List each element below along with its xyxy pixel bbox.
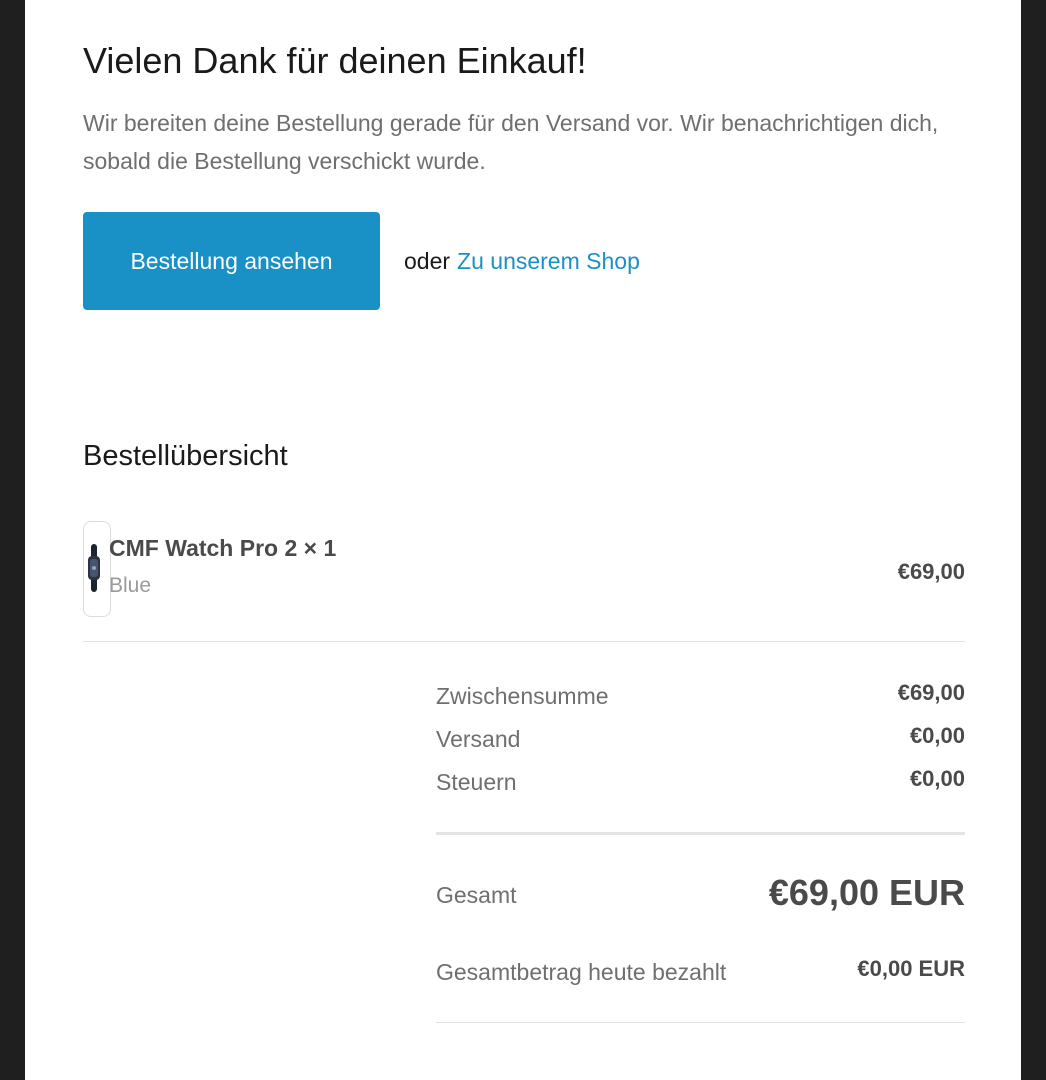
product-name: CMF Watch Pro 2 × 1 [109, 535, 337, 561]
page-title: Vielen Dank für deinen Einkauf! [83, 40, 587, 81]
paid-today-row: Gesamtbetrag heute bezahlt €0,00 EUR [436, 956, 965, 986]
page-subtitle: Wir bereiten deine Bestellung gerade für… [83, 110, 939, 174]
taxes-value: €0,00 [909, 766, 965, 791]
subtotal-label: Zwischensumme [436, 683, 609, 709]
taxes-label: Steuern [436, 769, 517, 795]
paid-today-value: €0,00 EUR [857, 956, 965, 981]
grand-total-row: Gesamt €69,00 EUR [436, 872, 965, 918]
grand-total-label: Gesamt [436, 882, 517, 908]
cta-row: Bestellung ansehen oder Zu unserem Shop [83, 212, 640, 310]
totals-divider [436, 832, 965, 835]
product-price: €69,00 [897, 559, 965, 584]
grand-total-value: €69,00 EUR [768, 872, 965, 913]
line-item: CMF Watch Pro 2 × 1 Blue €69,00 [83, 521, 965, 617]
shipping-row: Versand €0,00 [436, 723, 965, 753]
shop-link[interactable]: Zu unserem Shop [457, 248, 640, 275]
email-page: Vielen Dank für deinen Einkauf! Wir bere… [25, 0, 1021, 1080]
subtotal-row: Zwischensumme €69,00 [436, 680, 965, 710]
subtotal-value: €69,00 [897, 680, 965, 705]
taxes-row: Steuern €0,00 [436, 766, 965, 796]
view-order-button[interactable]: Bestellung ansehen [83, 212, 380, 310]
bottom-divider [436, 1022, 965, 1023]
product-thumbnail [83, 521, 111, 617]
watch-icon [88, 544, 100, 592]
shipping-label: Versand [436, 726, 521, 752]
shipping-value: €0,00 [909, 723, 965, 748]
or-text: oder [404, 247, 451, 274]
paid-today-label: Gesamtbetrag heute bezahlt [436, 959, 727, 985]
order-summary-heading: Bestellübersicht [83, 440, 288, 472]
product-variant: Blue [109, 574, 152, 597]
items-divider [83, 641, 965, 642]
